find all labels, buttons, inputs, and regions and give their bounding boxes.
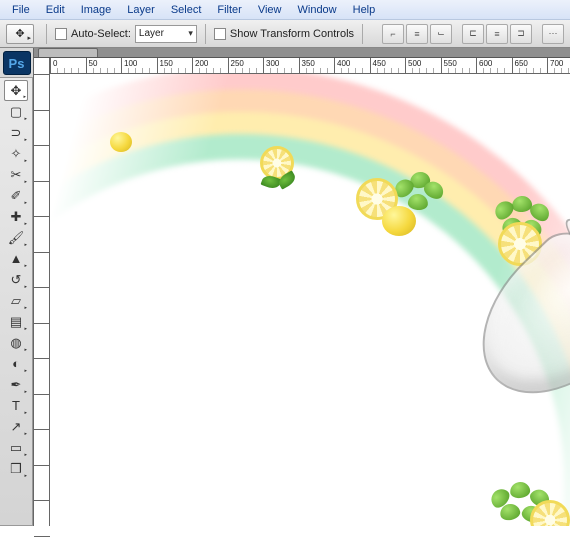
divider [362,24,363,44]
wand-tool[interactable]: ✧ [4,143,28,164]
align-right-button[interactable]: ⊐ [510,24,532,44]
vertical-ruler[interactable] [34,58,50,526]
dropdown-value: Layer [139,28,164,39]
crop-tool[interactable]: ✂ [4,164,28,185]
menu-layer[interactable]: Layer [119,2,163,18]
healing-tool[interactable]: ✚ [4,206,28,227]
3d-tool[interactable]: ❒ [4,458,28,479]
menu-window[interactable]: Window [290,2,345,18]
document-canvas[interactable] [50,74,570,526]
lasso-tool[interactable]: ⊃ [4,122,28,143]
align-bottom-button[interactable]: ⌙ [430,24,452,44]
history-brush-tool[interactable]: ↺ [4,269,28,290]
align-left-button[interactable]: ⊏ [462,24,484,44]
menu-file[interactable]: File [4,2,38,18]
document-tabbar [34,48,570,58]
brush-tool[interactable]: 🖌 [4,227,28,248]
workspace: Ps ✥▢⊃✧✂✐✚🖌▲↺▱▤◍◐✒T↗▭❒ 05010015020025030… [0,48,570,526]
divider [46,24,47,44]
menu-bar: File Edit Image Layer Select Filter View… [0,0,570,20]
type-tool[interactable]: T [4,395,28,416]
eraser-tool[interactable]: ▱ [4,290,28,311]
app-logo: Ps [3,51,31,75]
auto-select-target-dropdown[interactable]: Layer [135,25,197,43]
path-tool[interactable]: ↗ [4,416,28,437]
pen-tool[interactable]: ✒ [4,374,28,395]
menu-image[interactable]: Image [73,2,120,18]
blur-tool[interactable]: ◍ [4,332,28,353]
document-tab[interactable] [38,48,98,57]
show-transform-label: Show Transform Controls [230,28,354,40]
menu-edit[interactable]: Edit [38,2,73,18]
divider [205,24,206,44]
shape-tool[interactable]: ▭ [4,437,28,458]
align-top-button[interactable]: ⌐ [382,24,404,44]
menu-filter[interactable]: Filter [209,2,249,18]
align-vcenter-button[interactable]: ≡ [406,24,428,44]
align-group: ⌐ ≡ ⌙ ⊏ ≡ ⊐ ⋯ [382,24,564,44]
lemon-small [110,132,132,152]
marquee-tool[interactable]: ▢ [4,101,28,122]
show-transform-checkbox[interactable] [214,28,226,40]
move-tool[interactable]: ✥ [4,80,28,101]
menu-view[interactable]: View [250,2,290,18]
horizontal-ruler[interactable]: 0501001502002503003504004505005506006507… [50,58,570,74]
auto-select-checkbox[interactable] [55,28,67,40]
align-hcenter-button[interactable]: ≡ [486,24,508,44]
toolbox-panel: Ps ✥▢⊃✧✂✐✚🖌▲↺▱▤◍◐✒T↗▭❒ [0,48,34,526]
eyedropper-tool[interactable]: ✐ [4,185,28,206]
options-bar: ✥ Auto-Select: Layer Show Transform Cont… [0,20,570,48]
lemon-whole-2 [382,206,416,236]
menu-select[interactable]: Select [163,2,210,18]
auto-select-label: Auto-Select: [71,28,131,40]
dodge-tool[interactable]: ◐ [4,353,28,374]
current-tool-indicator[interactable]: ✥ [6,24,34,44]
gradient-tool[interactable]: ▤ [4,311,28,332]
canvas-area: 0501001502002503003504004505005506006507… [34,48,570,526]
distribute-button[interactable]: ⋯ [542,24,564,44]
toolbox: ✥▢⊃✧✂✐✚🖌▲↺▱▤◍◐✒T↗▭❒ [0,77,33,526]
menu-help[interactable]: Help [345,2,384,18]
stamp-tool[interactable]: ▲ [4,248,28,269]
